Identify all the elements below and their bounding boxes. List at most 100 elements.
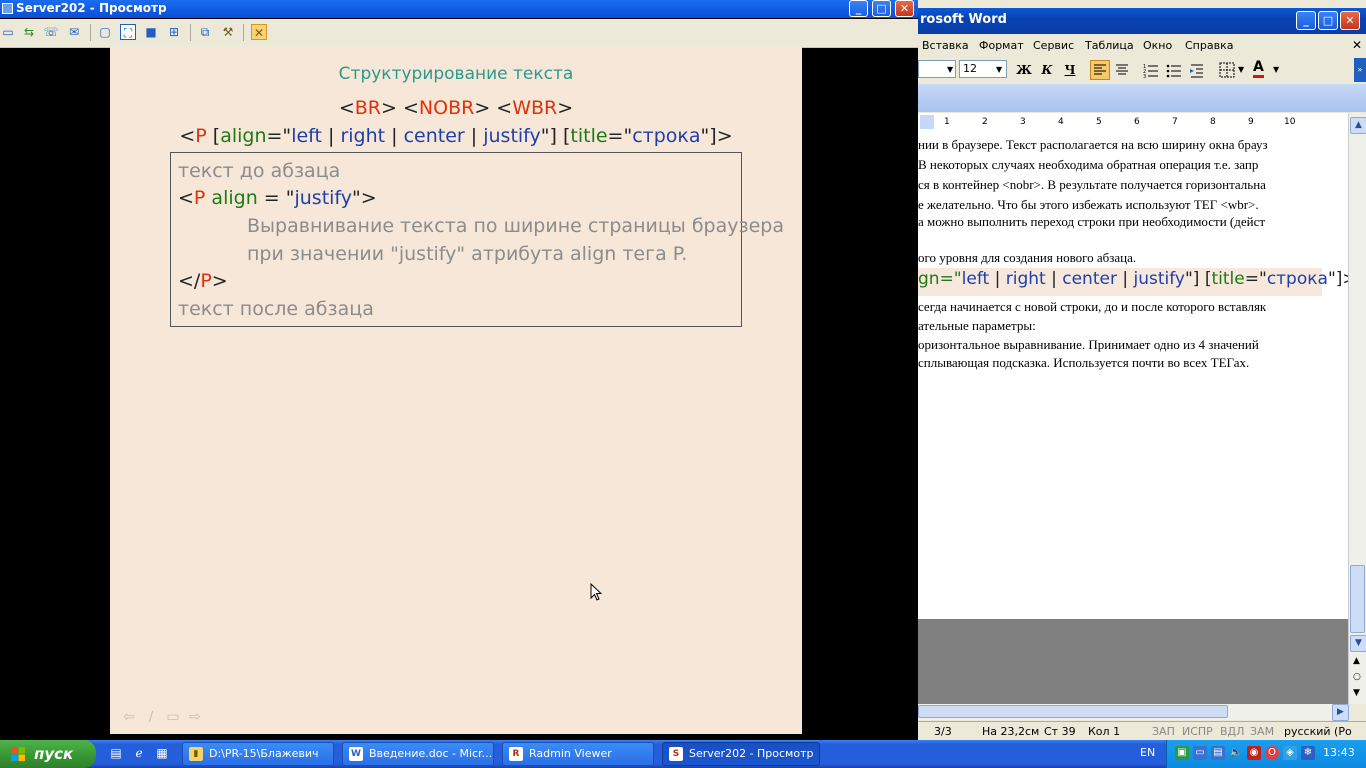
status-record[interactable]: ЗАП [1152, 725, 1175, 738]
folder-icon: ▮ [189, 747, 203, 761]
pasted-slide-line: gn="left | right | center | justify"] [t… [918, 268, 1348, 296]
start-button[interactable]: пуск [0, 740, 96, 768]
ruler-tick: 5 [1096, 117, 1102, 127]
security-icon[interactable]: ◉ [1247, 746, 1261, 760]
settings-icon[interactable]: ⚒ [220, 24, 236, 40]
disconnect-icon[interactable]: ✕ [251, 24, 267, 40]
slide-title: Структурирование текста [338, 64, 574, 84]
scroll-up-icon[interactable]: ▲ [1350, 117, 1366, 134]
scroll-thumb[interactable] [918, 705, 1228, 718]
scale-view-icon[interactable]: ⊞ [166, 24, 182, 40]
stretch-view-icon[interactable]: ■ [143, 24, 159, 40]
pen-icon[interactable]: ∕ [140, 709, 162, 725]
indent-icon[interactable] [1188, 61, 1206, 83]
previous-slide-icon[interactable]: ⇦ [118, 709, 140, 725]
radmin-title: Server202 - Просмотр [16, 1, 167, 15]
screenshot-icon[interactable]: ⧉ [197, 24, 213, 40]
task-server202[interactable]: S Server202 - Просмотр [662, 742, 820, 766]
chevron-down-icon[interactable]: ▼ [1273, 65, 1279, 74]
vertical-scrollbar[interactable]: ▲ ▼ ▲ ○ ▼ [1348, 113, 1366, 704]
language-indicator[interactable]: EN [1140, 746, 1155, 759]
monitor-icon[interactable]: ▭ [1193, 746, 1207, 760]
status-bar: 3/3 На 23,2см Ст 39 Кол 1 ЗАП ИСПР ВДЛ З… [918, 721, 1366, 740]
media-icon[interactable]: ▦ [154, 745, 170, 761]
horizontal-scrollbar[interactable]: ▶ [918, 704, 1349, 721]
ruler-tick: 2 [982, 117, 988, 127]
document-page[interactable]: нии в браузере. Текст располагается на в… [918, 131, 1348, 619]
scroll-thumb[interactable] [1350, 565, 1365, 633]
document-line: оризонтальное выравнивание. Принимает од… [918, 337, 1259, 352]
chevron-down-icon[interactable]: ▼ [996, 65, 1002, 74]
close-document-icon[interactable]: ✕ [1352, 38, 1362, 52]
browse-object-icon[interactable]: ○ [1353, 672, 1361, 682]
radmin-title-bar[interactable]: Server202 - Просмотр _ □ ✕ [0, 0, 918, 18]
toolbar-separator [90, 24, 91, 41]
previous-page-icon[interactable]: ▲ [1353, 656, 1360, 666]
menu-window[interactable]: Окно [1143, 39, 1172, 52]
text-chat-icon[interactable]: ✉ [66, 24, 82, 40]
tab-stop-icon[interactable] [920, 115, 934, 129]
remote-slide[interactable]: Структурирование текста <BR> <NOBR> <WBR… [110, 47, 802, 734]
bold-button[interactable]: Ж [1014, 61, 1034, 79]
toolbar-options-icon[interactable]: » [1354, 58, 1366, 82]
menu-insert[interactable]: Вставка [922, 39, 969, 52]
task-radmin-viewer[interactable]: R Radmin Viewer [502, 742, 654, 766]
remote-view-icon: S [669, 747, 683, 761]
network-icon[interactable]: ▣ [1175, 746, 1189, 760]
voice-chat-icon[interactable]: ☏ [43, 24, 59, 40]
align-center-icon[interactable] [1113, 61, 1131, 83]
scroll-right-icon[interactable]: ▶ [1332, 704, 1349, 721]
maximize-icon[interactable]: □ [1318, 11, 1338, 30]
menu-table[interactable]: Таблица [1085, 39, 1134, 52]
next-page-icon[interactable]: ▼ [1353, 688, 1360, 698]
start-label: пуск [34, 745, 74, 763]
show-desktop-icon[interactable]: ▤ [108, 745, 124, 761]
numbering-icon[interactable]: 123 [1142, 61, 1160, 83]
task-word[interactable]: W Введение.doc - Micr... [342, 742, 494, 766]
menu-help[interactable]: Справка [1185, 39, 1233, 52]
antivirus-icon[interactable]: ❄ [1301, 746, 1315, 760]
status-extend[interactable]: ВДЛ [1220, 725, 1244, 738]
minimize-icon[interactable]: _ [1296, 11, 1316, 30]
opera-icon[interactable]: O [1265, 746, 1279, 760]
close-icon[interactable]: ✕ [1340, 11, 1360, 30]
example-body-line: Выравнивание текста по ширине страницы б… [247, 215, 784, 237]
internet-explorer-icon[interactable]: ℯ [131, 745, 147, 761]
menu-tools[interactable]: Сервис [1033, 39, 1074, 52]
display-icon[interactable]: ▤ [1211, 746, 1225, 760]
align-left-icon[interactable] [1090, 60, 1110, 80]
view-mode-icon[interactable]: ▭ [0, 24, 16, 40]
chevron-down-icon[interactable]: ▼ [947, 65, 953, 74]
chevron-down-icon[interactable]: ▼ [1238, 65, 1244, 74]
font-color-icon[interactable]: A [1253, 59, 1264, 78]
italic-button[interactable]: К [1037, 61, 1057, 79]
formatting-toolbar: ▼ 12 ▼ Ж К Ч 123 ▼ A ▼ » [918, 58, 1366, 82]
radmin-viewer-window: Server202 - Просмотр _ □ ✕ ▭ ⇆ ☏ ✉ ▢ ⛶ ■… [0, 0, 918, 740]
document-line: сплывающая подсказка. Используется почти… [918, 355, 1250, 370]
volume-icon[interactable]: 🔈 [1229, 746, 1243, 760]
taskbar: пуск ▤ ℯ ▦ ▮ D:\PR-15\Блажевич W Введение.… [0, 740, 1366, 768]
close-icon[interactable]: ✕ [895, 0, 914, 17]
shield-icon[interactable]: ◈ [1283, 746, 1297, 760]
fullscreen-icon[interactable]: ⛶ [120, 24, 136, 40]
status-overtype[interactable]: ЗАМ [1250, 725, 1274, 738]
example-close-tag: </P> [178, 270, 228, 292]
horizontal-ruler[interactable]: 1 2 3 4 5 6 7 8 9 10 [918, 113, 1348, 132]
minimize-icon[interactable]: _ [849, 0, 868, 17]
status-track[interactable]: ИСПР [1182, 725, 1213, 738]
underline-button[interactable]: Ч [1060, 61, 1080, 79]
task-explorer[interactable]: ▮ D:\PR-15\Блажевич [182, 742, 334, 766]
normal-view-icon[interactable]: ▢ [97, 24, 113, 40]
next-slide-icon[interactable]: ⇨ [184, 709, 206, 725]
bullets-icon[interactable] [1165, 61, 1183, 83]
file-transfer-icon[interactable]: ⇆ [21, 24, 37, 40]
borders-icon[interactable] [1218, 61, 1236, 83]
slide-menu-icon[interactable]: ▭ [162, 709, 184, 725]
clock[interactable]: 13:43 [1323, 746, 1355, 759]
scroll-down-icon[interactable]: ▼ [1350, 635, 1366, 652]
slide-syntax: <P [align="left | right | center | justi… [179, 125, 733, 147]
maximize-icon[interactable]: □ [872, 0, 891, 17]
word-title-bar[interactable]: rosoft Word _ □ ✕ [918, 8, 1366, 34]
menu-format[interactable]: Формат [979, 39, 1024, 52]
example-box: текст до абзаца <P align = "justify"> Вы… [170, 152, 784, 327]
